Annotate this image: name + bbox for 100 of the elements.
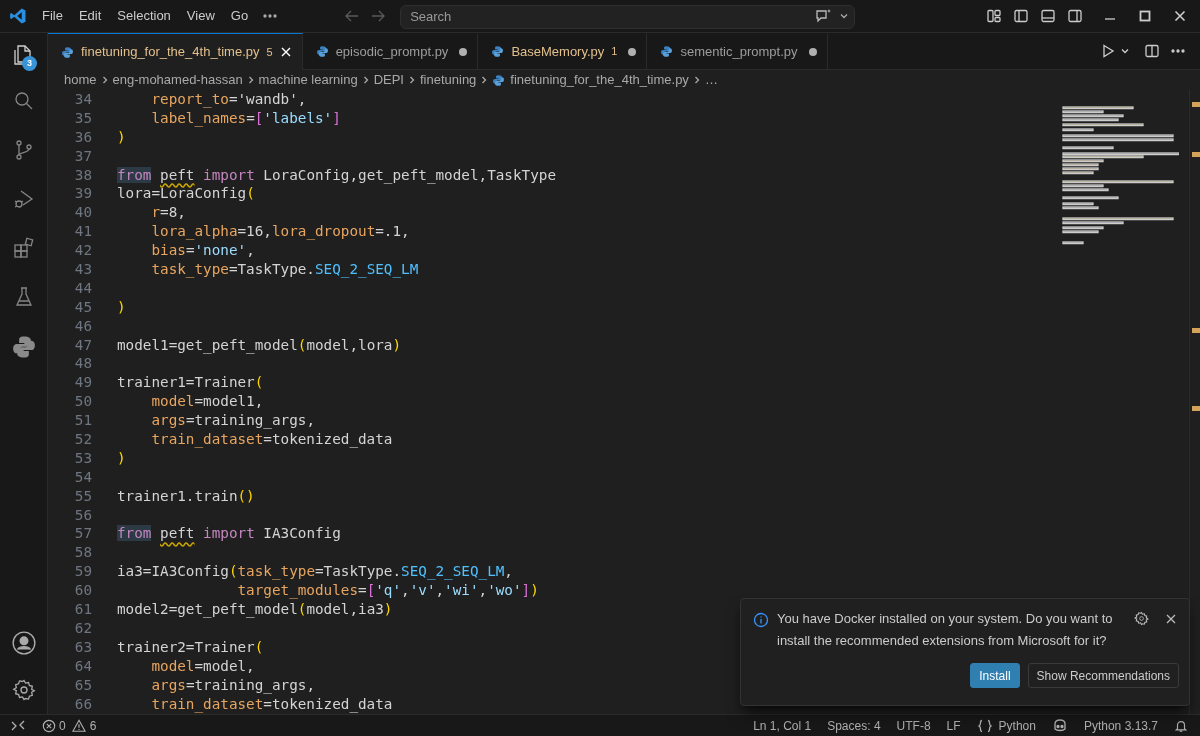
tab-label: finetuning_for_the_4th_time.py <box>81 43 260 62</box>
line-number: 43 <box>73 260 92 279</box>
language-mode[interactable]: Python <box>998 716 1036 735</box>
panel-bottom-icon[interactable] <box>1040 8 1056 24</box>
tab-label: episodic_prompt.py <box>335 42 449 61</box>
python-file-icon <box>491 45 505 58</box>
layout-icon[interactable] <box>986 8 1002 24</box>
app-logo-icon <box>9 7 27 25</box>
line-number: 61 <box>73 600 92 619</box>
settings-icon[interactable] <box>1134 611 1149 626</box>
editor-tab[interactable]: finetuning_for_the_4th_time.py 5 <box>48 33 303 70</box>
breadcrumb-item[interactable]: … <box>704 70 718 90</box>
code-line: trainer1.train() <box>117 486 255 506</box>
forward-arrow-icon[interactable] <box>370 8 387 24</box>
breadcrumb-item[interactable]: DEPI <box>373 70 404 90</box>
settings-icon[interactable] <box>11 678 36 702</box>
error-count[interactable]: 0 <box>59 716 66 735</box>
status-item[interactable]: LF <box>946 716 961 735</box>
line-number: 55 <box>73 486 92 506</box>
editor-tab[interactable]: episodic_prompt.py <box>302 33 479 70</box>
line-number: 66 <box>73 694 92 714</box>
line-number: 65 <box>73 675 92 695</box>
editor-tab[interactable]: sementic_prompt.py <box>647 33 828 70</box>
python-icon[interactable] <box>10 334 37 360</box>
code-line: r=8, <box>150 203 186 223</box>
status-item[interactable]: Ln 1, Col 1 <box>753 716 812 735</box>
search-field[interactable]: Search <box>400 4 856 29</box>
warning-icon[interactable] <box>71 718 86 733</box>
line-number: 54 <box>73 467 92 487</box>
code-line: ) <box>117 448 126 468</box>
breadcrumb-item[interactable]: eng-mohamed-hassan <box>112 70 243 90</box>
status-item[interactable]: Spaces: 4 <box>827 716 881 735</box>
menu-item[interactable]: Selection <box>109 4 179 28</box>
line-number: 48 <box>73 354 92 374</box>
code-line: model=model1, <box>150 392 264 412</box>
code-line: ) <box>117 297 126 317</box>
extensions-icon[interactable] <box>11 236 36 260</box>
problem-count: 5 <box>266 44 273 60</box>
chevron-down-icon[interactable] <box>1120 46 1130 56</box>
code-line: ) <box>117 127 126 147</box>
code-line: model1=get_peft_model(model,lora) <box>117 335 402 355</box>
line-number: 51 <box>73 411 92 431</box>
copilot-icon[interactable] <box>1051 717 1068 734</box>
line-number: 37 <box>73 146 92 166</box>
line-number: 34 <box>73 90 92 109</box>
tab-label: BaseMemory.py <box>511 42 605 61</box>
line-number: 40 <box>73 203 92 223</box>
maximize-icon[interactable] <box>1137 8 1153 24</box>
python-file-icon <box>61 45 74 59</box>
line-number: 35 <box>73 108 92 128</box>
notification-button[interactable]: Install <box>970 663 1020 688</box>
breadcrumb-item[interactable]: machine learning <box>258 70 358 90</box>
line-number: 64 <box>73 656 92 676</box>
warning-count[interactable]: 6 <box>89 716 97 735</box>
close-icon[interactable] <box>1172 8 1188 24</box>
code-line: trainer2=Trainer( <box>117 637 264 657</box>
line-number: 59 <box>73 562 92 582</box>
menu-item[interactable]: File <box>34 4 71 28</box>
line-number: 36 <box>73 127 92 147</box>
menu-item[interactable]: Edit <box>70 4 110 28</box>
line-number: 62 <box>73 618 92 638</box>
line-number: 44 <box>73 278 92 298</box>
line-number: 56 <box>73 505 92 525</box>
split-editor-icon[interactable] <box>1144 43 1160 59</box>
account-icon[interactable] <box>10 630 37 656</box>
problem-count: 1 <box>611 44 618 60</box>
editor-tab[interactable]: BaseMemory.py 1 <box>478 33 648 70</box>
notification-badge: 3 <box>22 56 37 71</box>
status-item[interactable]: UTF-8 <box>896 716 931 735</box>
menu-item[interactable]: Go <box>222 4 257 28</box>
line-number: 52 <box>73 430 92 449</box>
close-icon[interactable] <box>1165 613 1177 625</box>
python-file-icon <box>660 45 674 58</box>
menu-item[interactable]: View <box>178 4 223 28</box>
code-line: lora_alpha=16,lora_dropout=.1, <box>150 222 410 242</box>
breadcrumb-item[interactable]: finetuning_for_the_4th_time.py <box>510 70 689 90</box>
bell-icon[interactable] <box>1174 718 1188 733</box>
line-number: 39 <box>73 184 92 204</box>
sidebar-left-icon[interactable] <box>1013 8 1029 24</box>
line-number: 41 <box>73 222 92 242</box>
line-number: 47 <box>73 335 92 355</box>
code-line: from peft import LoraConfig,get_peft_model,TaskType <box>117 165 556 185</box>
sidebar-right-icon[interactable] <box>1067 8 1083 24</box>
line-number: 57 <box>73 524 92 544</box>
line-number: 50 <box>73 392 92 412</box>
breadcrumb-item[interactable]: finetuning <box>419 70 477 90</box>
code-line: args=training_args, <box>150 675 315 695</box>
back-arrow-icon[interactable] <box>344 8 361 24</box>
breadcrumb-item[interactable]: home <box>64 70 97 90</box>
code-line: target_modules=['q','v','wi','wo']) <box>236 581 539 601</box>
code-line: trainer1=Trainer( <box>117 373 264 393</box>
run-icon[interactable] <box>1100 43 1116 59</box>
scrollbar-marker <box>1192 102 1200 107</box>
chevron-down-icon[interactable] <box>839 11 850 21</box>
braces-icon <box>976 718 993 733</box>
notification-button[interactable]: Show Recommendations <box>1027 663 1179 688</box>
error-icon[interactable] <box>42 718 56 733</box>
interpreter-version[interactable]: Python 3.13.7 <box>1083 716 1158 735</box>
line-number: 49 <box>73 373 92 393</box>
line-number: 63 <box>73 637 92 657</box>
